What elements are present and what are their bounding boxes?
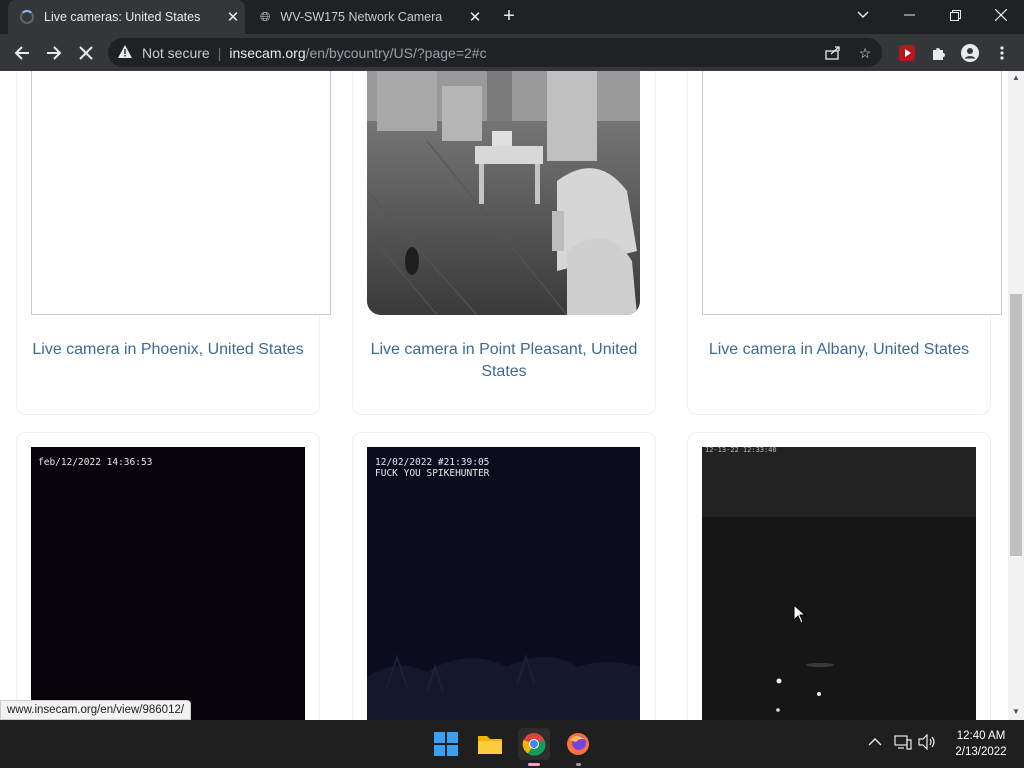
share-icon[interactable] <box>822 42 844 64</box>
back-button[interactable] <box>8 39 36 67</box>
scrollbar-thumb[interactable] <box>1010 294 1022 556</box>
camera-thumbnail-dark-3[interactable]: 12-13-22 12:33:40 <box>702 447 976 720</box>
network-icon[interactable] <box>894 734 912 753</box>
camera-link-phoenix[interactable]: Live camera in Phoenix, United States <box>24 339 312 361</box>
windows-start-icon[interactable] <box>430 728 462 760</box>
scroll-down-arrow-icon[interactable]: ▼ <box>1008 705 1024 719</box>
camera-thumbnail-dark-2[interactable]: 12/02/2022 #21:39:05 FUCK YOU SPIKEHUNTE… <box>367 447 640 720</box>
camera-thumbnail-phoenix[interactable] <box>31 71 331 315</box>
tab-search-button[interactable] <box>840 0 886 30</box>
night-trees-image <box>367 653 640 720</box>
night-vision-room-image <box>367 71 640 315</box>
camera-timestamp-overlay: feb/12/2022 14:36:53 <box>38 457 153 468</box>
firefox-running-indicator <box>576 763 581 766</box>
url-host[interactable]: insecam.org <box>229 45 305 61</box>
mouse-cursor-icon <box>793 604 807 624</box>
address-separator: | <box>217 44 222 61</box>
chrome-active-indicator <box>528 763 540 766</box>
globe-icon: 🌐︎ <box>260 9 271 24</box>
tab-title: WV-SW175 Network Camera <box>280 10 443 24</box>
close-tab-icon[interactable]: ✕ <box>463 8 487 26</box>
firefox-taskbar-icon[interactable] <box>562 728 594 760</box>
clock-time: 12:40 AM <box>956 730 1006 742</box>
night-yard-image <box>702 447 976 720</box>
volume-icon[interactable] <box>918 733 936 753</box>
youtube-extension-icon[interactable] <box>895 41 919 65</box>
url-path[interactable]: /en/bycountry/US/?page=2#c <box>306 45 487 61</box>
clock-date: 2/13/2022 <box>955 746 1007 758</box>
close-icon <box>995 9 1007 21</box>
minimize-button[interactable] <box>886 0 932 30</box>
camera-link-albany[interactable]: Live camera in Albany, United States <box>695 339 983 361</box>
page-viewport: Live camera in Phoenix, United States Li… <box>0 71 1008 720</box>
link-status-bubble: www.insecam.org/en/view/986012/ <box>0 700 192 720</box>
file-explorer-icon[interactable] <box>474 728 506 760</box>
bookmark-star-icon[interactable]: ☆ <box>854 42 876 64</box>
menu-kebab-icon[interactable] <box>990 41 1014 65</box>
tab-live-cameras[interactable]: Live cameras: United States ✕ <box>8 0 245 34</box>
camera-text-overlay: FUCK YOU SPIKEHUNTER <box>375 468 490 479</box>
restore-button[interactable] <box>932 0 978 30</box>
arrow-left-icon <box>14 46 29 60</box>
stop-icon <box>79 46 93 60</box>
restore-icon <box>949 9 961 21</box>
tab-strip: Live cameras: United States ✕ 🌐︎ WV-SW17… <box>0 0 1024 34</box>
address-bar[interactable]: Not secure | insecam.org/en/bycountry/US… <box>108 38 882 67</box>
windows-taskbar: 12:40 AM 2/13/2022 <box>0 720 1024 768</box>
scroll-up-arrow-icon[interactable]: ▲ <box>1008 71 1024 85</box>
chrome-taskbar-icon[interactable] <box>518 728 550 760</box>
camera-timestamp-overlay: 12/02/2022 #21:39:05 <box>375 457 490 468</box>
camera-timestamp-overlay: 12-13-22 12:33:40 <box>705 447 777 454</box>
stop-loading-button[interactable] <box>72 39 100 67</box>
security-status-label[interactable]: Not secure <box>142 45 210 61</box>
camera-link-point-pleasant[interactable]: Live camera in Point Pleasant, United St… <box>360 339 648 383</box>
extensions-puzzle-icon[interactable] <box>926 41 950 65</box>
camera-thumbnail-albany[interactable] <box>702 71 1002 315</box>
arrow-right-icon <box>47 46 62 60</box>
forward-button[interactable] <box>40 39 68 67</box>
tab-title: Live cameras: United States <box>44 10 201 24</box>
system-clock[interactable]: 12:40 AM 2/13/2022 <box>946 728 1016 760</box>
profile-avatar-icon[interactable] <box>958 41 982 65</box>
tab-network-camera[interactable]: 🌐︎ WV-SW175 Network Camera ✕ <box>250 0 487 34</box>
camera-thumbnail-point-pleasant[interactable] <box>367 71 640 315</box>
warning-triangle-icon[interactable] <box>118 44 136 61</box>
browser-toolbar: Not secure | insecam.org/en/bycountry/US… <box>0 34 1024 71</box>
chevron-down-icon <box>857 11 869 18</box>
show-hidden-icons-chevron-icon[interactable] <box>868 734 882 750</box>
minimize-icon <box>903 14 915 16</box>
close-tab-icon[interactable]: ✕ <box>221 8 245 26</box>
close-window-button[interactable] <box>978 0 1024 30</box>
camera-thumbnail-dark-1[interactable]: feb/12/2022 14:36:53 <box>31 447 305 720</box>
loading-spinner-icon <box>20 10 34 24</box>
new-tab-button[interactable]: + <box>497 5 521 29</box>
